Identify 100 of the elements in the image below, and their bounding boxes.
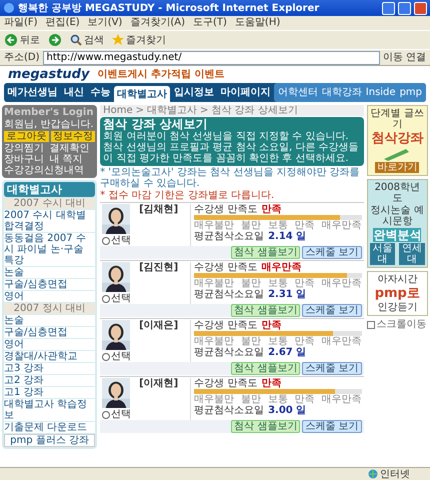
avg-days-label: 평균첨삭소요일 [194,289,264,300]
scroll-checkbox[interactable]: 스크롤이동 [366,319,428,330]
scale-label: 매우만족 [322,278,362,289]
sample-button[interactable]: 첨삭 샘플보기 [231,246,300,259]
scale-label: 매우만족 [322,336,362,347]
notice-text: * '모의논술고사' 강좌는 첨삭 선생님을 지정해야만 강좌를 구매하실 수 있습니다. [100,167,361,189]
window-title: 행복한 공부방 MEGASTUDY - Microsoft Internet Explorer [18,2,320,14]
ad-headline: 첨삭강좌 [371,131,424,146]
avg-days-label: 평균첨삭소요일 [194,405,264,416]
menu-item[interactable]: 편집(E) [46,17,80,29]
sidebar-item[interactable]: 논술 [4,267,96,278]
pmp-ad[interactable]: 아자시간 pmp로 인강듣기 [366,271,428,316]
sample-button[interactable]: 첨삭 샘플보기 [231,362,300,375]
select-radio[interactable]: 선택 [102,351,136,362]
greeting: 회원님, 반갑습니다. [4,119,95,130]
satisfaction-label: 수강생 만족도 [194,204,258,215]
schedule-button[interactable]: 스케줄 보기 [302,246,362,259]
scale-label: 매우불만 [194,394,234,405]
menu-item[interactable]: 파일(F) [4,17,38,29]
select-radio[interactable]: 선택 [102,235,136,246]
nav-tab[interactable]: 입시정보 [170,83,217,102]
sidebar-item[interactable]: 고1 강좌 [4,387,96,398]
nav-tab[interactable]: 수능 [88,83,114,102]
scale-label: 불만 [240,220,261,231]
account-link[interactable]: 내 쪽지 [50,154,96,165]
search-button[interactable]: 검색 [70,34,104,46]
sample-button[interactable]: 첨삭 샘플보기 [231,420,300,433]
breadcrumb-link[interactable]: 대학별고사 [147,105,198,116]
breadcrumb-link[interactable]: Home [103,105,133,116]
university-button[interactable]: 연세대 [399,243,425,265]
account-button[interactable]: 로그아웃 [4,131,49,142]
nav-tab[interactable]: 메가선생님 [4,83,60,102]
menu-item[interactable]: 보기(V) [88,17,122,29]
sidebar-item[interactable]: 고3 강좌 [4,363,96,374]
nav-tab[interactable]: 마이페이지 [217,83,274,102]
scale-label: 만족 [294,220,315,231]
ad-line: 인강듣기 [377,302,418,313]
sidebar-item[interactable]: 구술/심층면접 [4,327,96,338]
go-button[interactable]: 이동 [383,52,403,63]
pmp-button[interactable]: pmp 플러스 강좌 [4,434,96,447]
nav-link[interactable]: pmp [400,87,422,98]
sidebar-item[interactable]: 2007 수시 대학별 합격결정 [4,210,96,232]
nav-tab[interactable]: 대학별고사 [114,86,170,102]
menu-item[interactable]: 도움말(H) [234,17,280,29]
sidebar-item[interactable]: 대학별고사 학습정보 [4,399,96,421]
select-radio[interactable]: 선택 [102,293,136,304]
university-button[interactable]: 서울대 [370,243,396,265]
sidebar-item[interactable]: 경찰대/사관학교 [4,351,96,362]
nav-link[interactable]: Inside [366,87,396,98]
ad-year: 2008학년도 [374,182,422,204]
schedule-button[interactable]: 스케줄 보기 [302,304,362,317]
sidebar-item[interactable]: 고2 강좌 [4,375,96,386]
teacher-name: [이재현] [139,378,180,391]
writing-ad[interactable]: 단계별 글쓰기 첨삭강좌 바로가기 [366,105,428,176]
scale-label: 만족 [294,394,315,405]
sidebar-item[interactable]: 동동걸음 2007 수시 파이널 논·구술 특강 [4,233,96,266]
ad-subtitle: 정시논술 예시문항 [370,205,425,227]
go-button[interactable]: 바로가기 [375,162,420,173]
sample-button[interactable]: 첨삭 샘플보기 [231,304,300,317]
event-banner[interactable]: 이벤트게시 추가적립 이벤트 [97,69,224,80]
address-label: 주소(D) [4,52,40,63]
schedule-button[interactable]: 스케줄 보기 [302,420,362,433]
sidebar-item[interactable]: 논술 [4,315,96,326]
breadcrumb-link[interactable]: 첨삭 강좌 상세보기 [211,105,298,116]
scale-label: 불만 [240,336,261,347]
favorites-button[interactable]: 즐겨찾기 [112,34,166,46]
address-field[interactable]: http://www.megastudy.net/ [42,50,380,64]
nav-link[interactable]: 어학센터 [278,87,318,98]
menu-item[interactable]: 도구(T) [193,17,227,29]
menu-item[interactable]: 즐겨찾기(A) [130,17,185,29]
account-link[interactable]: 결제확인 [50,143,96,154]
section-heading: 2007 정시 대비 [4,303,96,314]
analysis-ad[interactable]: 2008학년도 정시논술 예시문항 완벽분석 서울대 연세대 [366,179,428,268]
nav-link[interactable]: 대학강좌 [322,87,362,98]
sidebar-item[interactable]: 영어 [4,339,96,350]
avg-days-value: 2.14 일 [268,231,306,242]
schedule-button[interactable]: 스케줄 보기 [302,362,362,375]
notice-text: * 접수 마감 기한은 강좌별로 다릅니다. [100,190,276,201]
avg-days-label: 평균첨삭소요일 [194,347,264,358]
account-link[interactable]: 수강강의신청내역 [4,165,96,176]
teacher-name: [김채현] [139,204,180,217]
sidebar-item[interactable]: 구술/심층면접 [4,279,96,290]
sidebar-item[interactable]: 영어 [4,291,96,302]
back-button[interactable]: 뒤로 [4,33,40,47]
links-label[interactable]: 연결 [406,52,426,63]
avg-days-value: 2.31 일 [268,289,306,300]
account-link[interactable]: 강의찜기 [4,143,50,154]
satisfaction-label: 수강생 만족도 [194,378,258,389]
scale-label: 매우만족 [322,220,362,231]
account-button[interactable]: 정보수정 [50,131,96,142]
site-logo[interactable]: megastudy [8,69,90,80]
teacher-name: [김진현] [139,262,180,275]
rating-text: 만족 [261,320,282,331]
account-link[interactable]: 장바구니 [4,154,50,165]
rating-text: 만족 [261,378,282,389]
ad-headline: 완벽분석 [373,228,422,242]
select-radio[interactable]: 선택 [102,409,136,420]
nav-tab[interactable]: 내신 [60,83,87,102]
sidebar-item[interactable]: 기출문제 다운로드 [4,422,96,433]
scale-label: 불만 [240,278,261,289]
